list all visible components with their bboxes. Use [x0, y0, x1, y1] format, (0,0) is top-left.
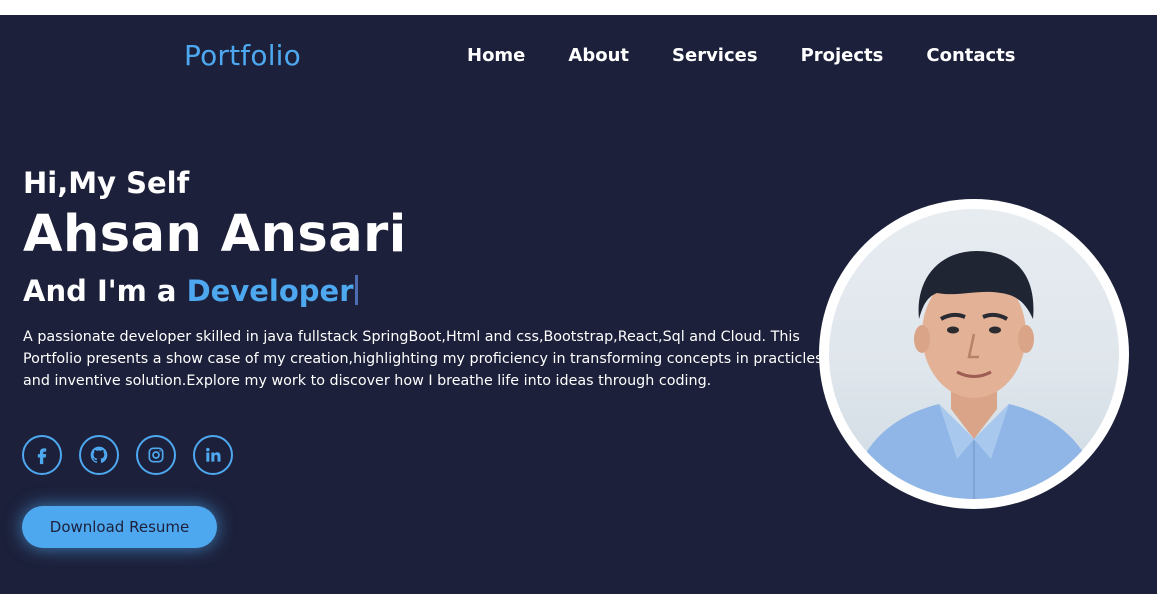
- main-nav: Home About Services Projects Contacts: [467, 45, 1016, 66]
- role-highlight: Developer: [186, 274, 354, 308]
- download-resume-button[interactable]: Download Resume: [22, 506, 217, 548]
- github-icon: [90, 446, 108, 463]
- social-links: [22, 435, 250, 475]
- nav-services[interactable]: Services: [672, 45, 758, 66]
- instagram-icon: [148, 447, 164, 463]
- portfolio-page: Portfolio Home About Services Projects C…: [0, 15, 1157, 594]
- github-link[interactable]: [79, 435, 119, 475]
- person-illustration: [849, 251, 1101, 499]
- nav-projects[interactable]: Projects: [801, 45, 884, 66]
- hero-description: A passionate developer skilled in java f…: [23, 329, 823, 389]
- role-heading: And I'm a Developer: [23, 271, 823, 311]
- facebook-link[interactable]: [22, 435, 62, 475]
- browser-top-strip: [0, 0, 1157, 15]
- role-prefix: And I'm a: [23, 274, 187, 308]
- profile-photo: [829, 209, 1119, 499]
- facebook-icon: [37, 448, 47, 465]
- linkedin-icon: [206, 447, 221, 462]
- linkedin-link[interactable]: [193, 435, 233, 475]
- greeting-heading: Hi,My Self: [23, 166, 190, 200]
- nav-home[interactable]: Home: [467, 45, 525, 66]
- nav-contacts[interactable]: Contacts: [926, 45, 1015, 66]
- name-heading: Ahsan Ansari: [23, 205, 407, 264]
- logo[interactable]: Portfolio: [184, 39, 301, 72]
- nav-about[interactable]: About: [568, 45, 629, 66]
- typing-cursor: [354, 275, 358, 305]
- hero-section: Hi,My Self Ahsan Ansari And I'm a Develo…: [23, 165, 823, 392]
- instagram-link[interactable]: [136, 435, 176, 475]
- profile-photo-frame: [819, 199, 1129, 509]
